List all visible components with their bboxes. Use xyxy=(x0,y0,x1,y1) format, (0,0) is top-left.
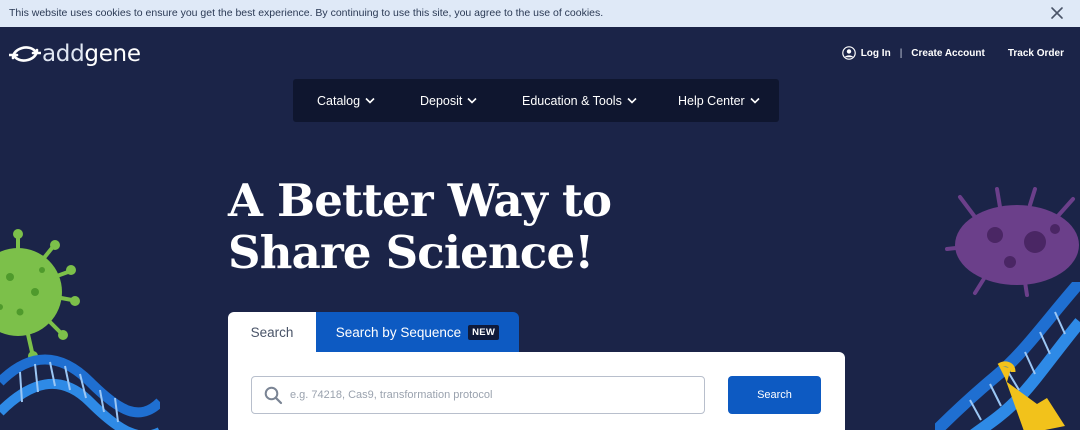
nav-item-education-tools[interactable]: Education & Tools xyxy=(522,79,637,122)
addgene-swirl-icon xyxy=(9,46,41,62)
account-links: Log In | Create Account Track Order xyxy=(841,46,1064,60)
hero-headline: A Better Way to Share Science! xyxy=(228,174,612,279)
tab-search-by-sequence-label: Search by Sequence xyxy=(335,324,462,340)
track-order-link[interactable]: Track Order xyxy=(1008,48,1064,59)
brand-name-suffix: gene xyxy=(84,41,141,67)
dna-helix-left-illustration xyxy=(0,354,160,430)
addgene-logo[interactable]: addgene xyxy=(9,41,141,67)
nav-item-label: Help Center xyxy=(678,93,745,108)
main-nav: Catalog Deposit Education & Tools Help C… xyxy=(293,79,779,122)
search-button[interactable]: Search xyxy=(728,376,821,414)
nav-item-label: Education & Tools xyxy=(522,93,622,108)
close-icon[interactable] xyxy=(1048,4,1066,22)
tab-search-by-sequence[interactable]: Search by Sequence NEW xyxy=(316,312,519,352)
create-account-link[interactable]: Create Account xyxy=(911,48,985,59)
login-label: Log In xyxy=(860,47,891,59)
search-panel: Search xyxy=(228,352,845,430)
login-link[interactable]: Log In xyxy=(841,46,891,60)
link-separator: | xyxy=(899,47,903,59)
tab-search-label: Search xyxy=(250,324,294,340)
nav-item-deposit[interactable]: Deposit xyxy=(420,79,477,122)
chevron-down-icon xyxy=(365,97,375,104)
user-circle-icon xyxy=(841,46,856,60)
nav-item-help-center[interactable]: Help Center xyxy=(678,79,760,122)
bacteria-illustration xyxy=(945,187,1079,297)
hero-section: addgene Log In | Create Account Track Or… xyxy=(0,27,1080,430)
dna-helix-right-illustration xyxy=(935,282,1080,430)
tab-search[interactable]: Search xyxy=(228,312,316,352)
chevron-down-icon xyxy=(467,97,477,104)
chevron-down-icon xyxy=(750,97,760,104)
new-badge: NEW xyxy=(468,324,500,340)
brand-name-prefix: add xyxy=(42,41,85,67)
chevron-down-icon xyxy=(627,97,637,104)
cookie-banner-text: This website uses cookies to ensure you … xyxy=(9,7,604,19)
nav-item-catalog[interactable]: Catalog xyxy=(317,79,375,122)
nav-item-label: Catalog xyxy=(317,93,361,108)
nav-item-label: Deposit xyxy=(420,93,463,108)
search-icon xyxy=(264,386,283,405)
brand-name: addgene xyxy=(42,41,141,67)
hero-headline-line1: A Better Way to xyxy=(228,174,612,227)
search-input[interactable] xyxy=(290,378,690,412)
cookie-banner: This website uses cookies to ensure you … xyxy=(0,0,1080,27)
search-field[interactable] xyxy=(251,376,705,414)
hero-headline-line2: Share Science! xyxy=(228,226,594,279)
